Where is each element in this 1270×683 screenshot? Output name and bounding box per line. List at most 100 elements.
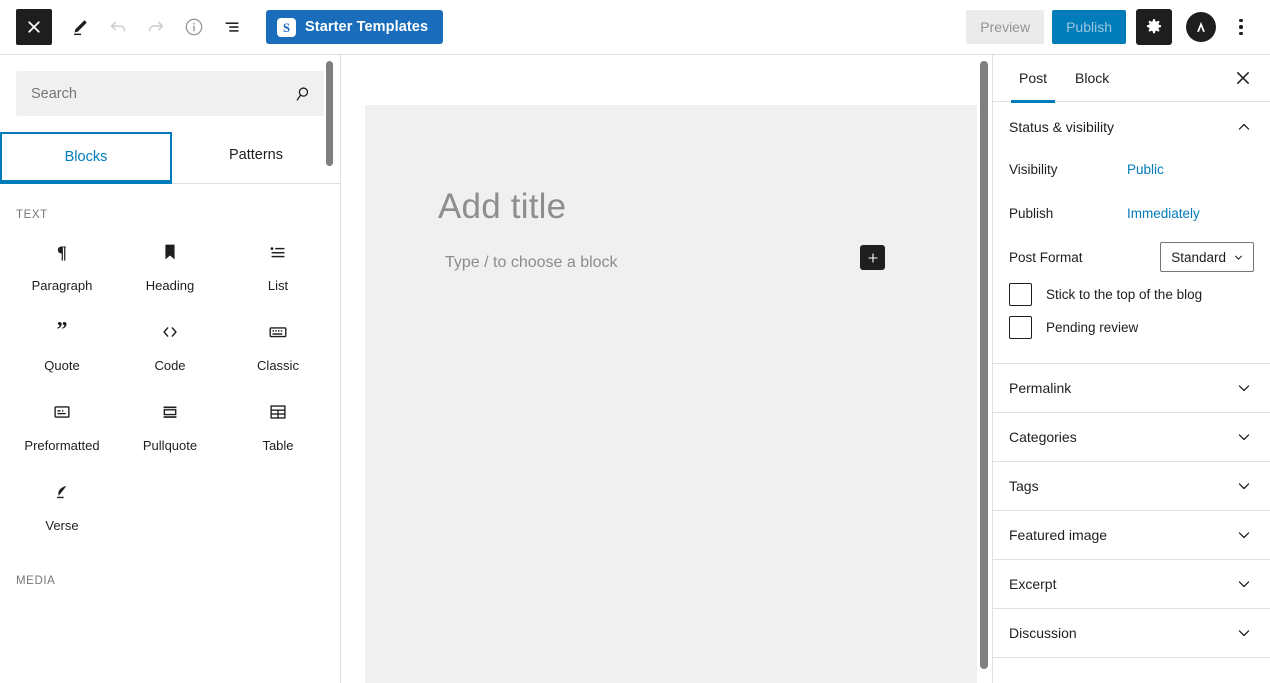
block-item-quote[interactable]: ” Quote — [8, 301, 116, 381]
inserter-search-wrap — [0, 55, 340, 116]
sidebar-tabs: Post Block — [993, 55, 1270, 102]
close-editor-button[interactable] — [16, 9, 52, 45]
details-info-button[interactable] — [176, 9, 212, 45]
block-label: Preformatted — [24, 438, 99, 453]
starter-templates-button[interactable]: S Starter Templates — [266, 10, 443, 44]
post-canvas[interactable]: Add title Type / to choose a block — [365, 105, 977, 683]
status-visibility-panel-header[interactable]: Status & visibility — [993, 102, 1270, 151]
gear-icon — [1144, 17, 1164, 37]
status-visibility-title: Status & visibility — [1009, 119, 1114, 135]
chevron-down-icon — [1234, 427, 1254, 447]
toolbar-right-group: Preview Publish — [966, 9, 1270, 45]
tab-post[interactable]: Post — [1005, 55, 1061, 102]
block-item-paragraph[interactable]: ¶ Paragraph — [8, 221, 116, 301]
block-item-preformatted[interactable]: Preformatted — [8, 381, 116, 461]
settings-button[interactable] — [1136, 9, 1172, 45]
inserter-scrollbar-track[interactable] — [327, 57, 337, 681]
table-icon — [267, 399, 289, 425]
tab-post-label: Post — [1019, 70, 1047, 86]
panel-categories-label: Categories — [1009, 429, 1077, 445]
more-vertical-icon — [1239, 17, 1243, 37]
post-title-input[interactable]: Add title — [365, 105, 977, 227]
block-label: Verse — [45, 518, 78, 533]
publish-row: Publish Immediately — [1009, 195, 1254, 231]
publish-label: Publish — [1066, 19, 1112, 35]
pending-review-row: Pending review — [1009, 316, 1254, 339]
edit-pencil-button[interactable] — [62, 9, 98, 45]
publish-date-value-button[interactable]: Immediately — [1127, 206, 1200, 221]
sidebar-bottom-divider — [993, 657, 1270, 658]
panel-permalink[interactable]: Permalink — [993, 363, 1270, 412]
chevron-down-icon — [1234, 574, 1254, 594]
preview-button[interactable]: Preview — [966, 10, 1044, 44]
editor-scrollbar-thumb[interactable] — [980, 61, 988, 669]
tab-patterns[interactable]: Patterns — [172, 132, 340, 183]
paragraph-icon: ¶ — [51, 239, 73, 265]
undo-button[interactable] — [100, 9, 136, 45]
add-block-button[interactable] — [860, 245, 885, 270]
list-view-icon — [221, 16, 243, 38]
classic-keyboard-icon — [267, 319, 289, 345]
astra-logo-button[interactable] — [1186, 12, 1216, 42]
panel-categories[interactable]: Categories — [993, 412, 1270, 461]
list-view-button[interactable] — [214, 9, 250, 45]
sticky-post-label: Stick to the top of the blog — [1046, 287, 1202, 302]
publish-date-label: Publish — [1009, 206, 1127, 221]
block-label: Code — [154, 358, 185, 373]
panel-excerpt[interactable]: Excerpt — [993, 559, 1270, 608]
tab-block[interactable]: Block — [1061, 55, 1123, 102]
block-item-list[interactable]: List — [224, 221, 332, 301]
wordpress-block-editor: S Starter Templates Preview Publish — [0, 0, 1270, 683]
pullquote-icon — [159, 399, 181, 425]
chevron-down-icon — [1234, 623, 1254, 643]
sticky-post-checkbox[interactable] — [1009, 283, 1032, 306]
block-item-code[interactable]: Code — [116, 301, 224, 381]
block-item-verse[interactable]: Verse — [8, 461, 116, 541]
inserter-scrollbar-thumb[interactable] — [326, 61, 333, 166]
block-item-classic[interactable]: Classic — [224, 301, 332, 381]
block-grid-text: ¶ Paragraph Heading — [0, 221, 340, 541]
visibility-label: Visibility — [1009, 162, 1127, 177]
post-format-select[interactable]: Standard — [1160, 242, 1254, 272]
block-item-pullquote[interactable]: Pullquote — [116, 381, 224, 461]
chevron-down-icon — [1232, 251, 1245, 264]
redo-icon — [145, 16, 167, 38]
starter-templates-icon: S — [277, 18, 296, 37]
panel-excerpt-label: Excerpt — [1009, 576, 1056, 592]
tab-blocks-label: Blocks — [65, 149, 108, 165]
chevron-down-icon — [1234, 525, 1254, 545]
svg-text:¶: ¶ — [57, 242, 67, 262]
tab-blocks[interactable]: Blocks — [0, 132, 172, 184]
panel-tags-label: Tags — [1009, 478, 1039, 494]
starter-templates-label: Starter Templates — [305, 19, 428, 35]
panel-featured-image[interactable]: Featured image — [993, 510, 1270, 559]
block-item-heading[interactable]: Heading — [116, 221, 224, 301]
toolbar-left-group: S Starter Templates — [0, 9, 443, 45]
inserter-tabs: Blocks Patterns — [0, 132, 340, 184]
more-options-button[interactable] — [1226, 9, 1256, 45]
pending-review-label: Pending review — [1046, 320, 1138, 335]
heading-icon — [159, 239, 181, 265]
preformatted-icon — [51, 399, 73, 425]
close-icon — [1235, 70, 1251, 86]
redo-button[interactable] — [138, 9, 174, 45]
search-input[interactable] — [16, 86, 324, 102]
visibility-value-button[interactable]: Public — [1127, 162, 1164, 177]
plus-icon — [866, 251, 880, 265]
publish-button[interactable]: Publish — [1052, 10, 1126, 44]
sticky-post-row: Stick to the top of the blog — [1009, 283, 1254, 306]
close-sidebar-button[interactable] — [1228, 63, 1258, 93]
panel-permalink-label: Permalink — [1009, 380, 1071, 396]
panel-tags[interactable]: Tags — [993, 461, 1270, 510]
block-item-table[interactable]: Table — [224, 381, 332, 461]
panel-discussion[interactable]: Discussion — [993, 608, 1270, 657]
search-box[interactable] — [16, 71, 324, 116]
panel-featured-image-label: Featured image — [1009, 527, 1107, 543]
block-placeholder-text[interactable]: Type / to choose a block — [445, 254, 618, 272]
post-format-row: Post Format Standard — [1009, 239, 1254, 275]
pencil-icon — [69, 16, 91, 38]
chevron-down-icon — [1234, 476, 1254, 496]
code-icon — [159, 319, 181, 345]
pending-review-checkbox[interactable] — [1009, 316, 1032, 339]
post-format-value: Standard — [1171, 250, 1226, 265]
